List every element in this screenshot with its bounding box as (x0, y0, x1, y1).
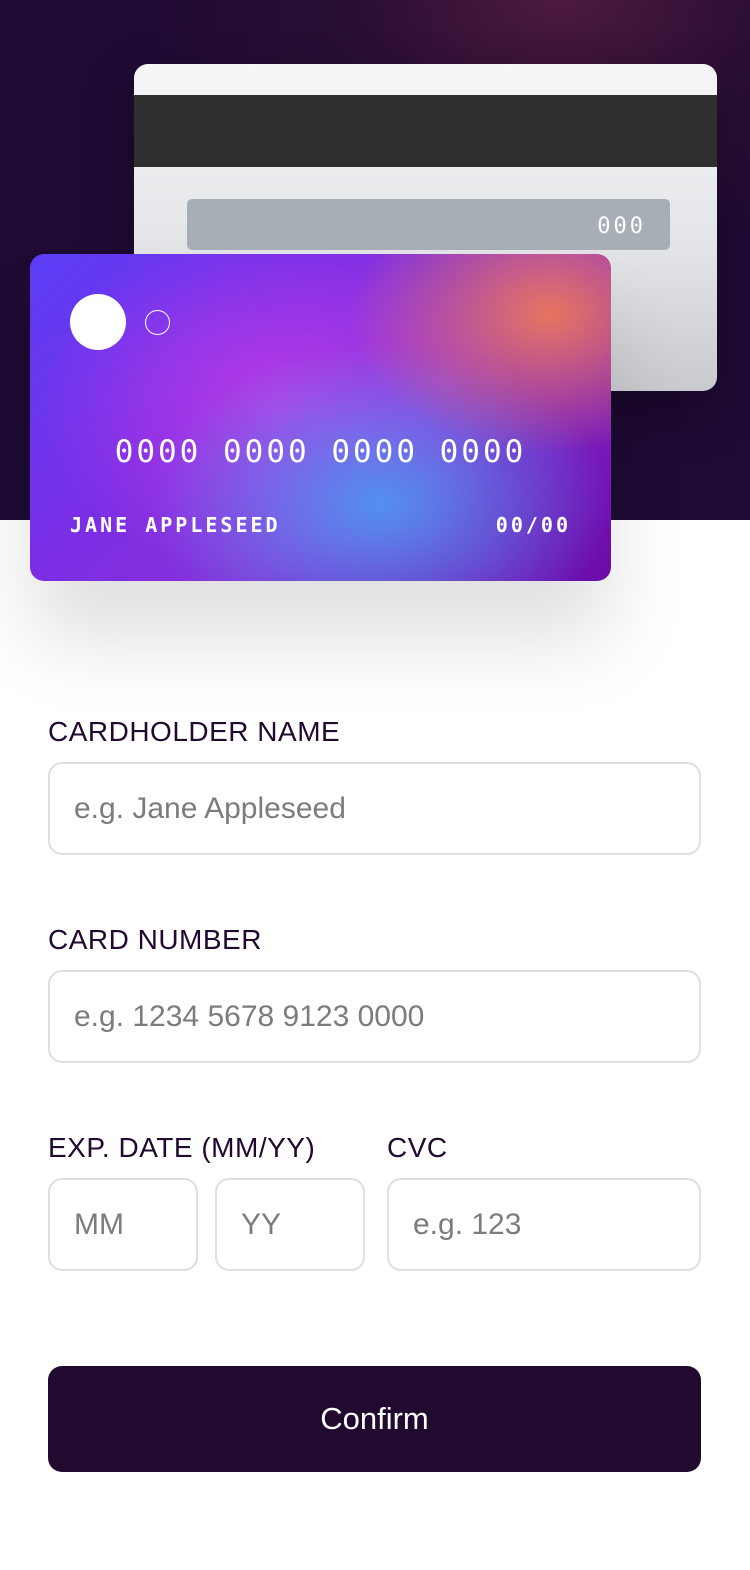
cardholder-name-field: CARDHOLDER NAME (48, 714, 701, 855)
cvc-input[interactable] (387, 1178, 701, 1271)
card-number-label: CARD NUMBER (48, 924, 262, 955)
card-logo-circle-filled (70, 294, 126, 350)
exp-date-field: EXP. DATE (MM/YY) (48, 1130, 368, 1271)
cvc-field: CVC (387, 1130, 701, 1271)
cvc-label: CVC (387, 1132, 448, 1163)
card-front-holder: JANE APPLESEED (70, 513, 281, 537)
exp-year-input[interactable] (215, 1178, 365, 1271)
card-front-expiry: 00/00 (495, 513, 571, 537)
card-number-field: CARD NUMBER (48, 922, 701, 1063)
card-details-page: 000 0000 0000 0000 0000 JANE APPLESEED 0… (0, 0, 750, 1570)
signature-strip: 000 (187, 199, 670, 250)
card-back-cvc: 000 (597, 214, 646, 239)
cardholder-name-label: CARDHOLDER NAME (48, 716, 341, 747)
cardholder-name-input[interactable] (48, 762, 701, 855)
card-front: 0000 0000 0000 0000 JANE APPLESEED 00/00 (30, 254, 611, 581)
exp-month-input[interactable] (48, 1178, 198, 1271)
magnetic-stripe (134, 95, 717, 167)
card-number-input[interactable] (48, 970, 701, 1063)
card-logo-circle-outline (145, 310, 170, 335)
exp-date-label: EXP. DATE (MM/YY) (48, 1132, 316, 1163)
card-front-number: 0000 0000 0000 0000 (114, 434, 527, 470)
exp-date-inputs (48, 1178, 368, 1271)
confirm-button[interactable]: Confirm (48, 1366, 701, 1472)
